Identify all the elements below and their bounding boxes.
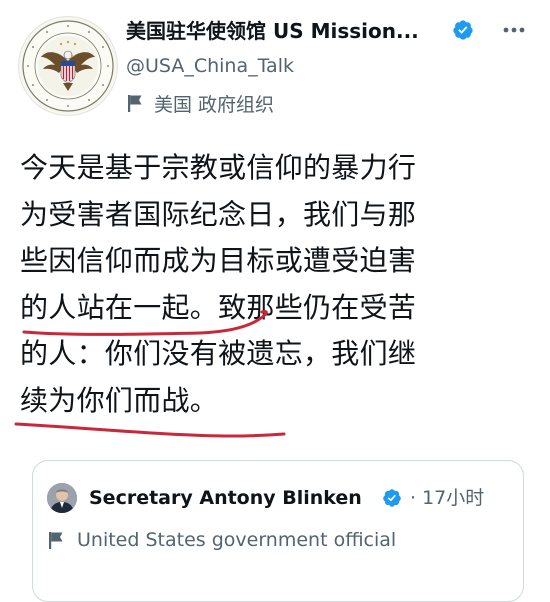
tweet-line: 续为你们而战。 xyxy=(20,383,219,417)
more-options-icon[interactable] xyxy=(500,20,528,40)
tweet-line: 今天是基于宗教或信仰的暴力行 xyxy=(20,151,417,184)
tweet-line: 些因信仰而成为目标或遭受迫害 xyxy=(20,244,417,277)
person-portrait-icon xyxy=(47,483,77,513)
quoted-avatar[interactable] xyxy=(47,483,77,513)
verified-badge-icon xyxy=(453,20,473,40)
account-display-name[interactable]: 美国驻华使领馆 US Mission... xyxy=(126,18,486,44)
us-embassy-seal-icon xyxy=(22,20,114,112)
tweet-line: 的人：你们没有被遗忘，我们继 xyxy=(20,337,417,370)
flag-icon xyxy=(49,532,63,549)
quoted-timestamp[interactable]: · 17小时 xyxy=(410,485,484,511)
quoted-account-label-text: United States government official xyxy=(77,529,397,551)
quoted-display-name[interactable]: Secretary Antony Blinken xyxy=(89,485,362,511)
account-label-text: 美国 政府组织 xyxy=(154,93,275,116)
avatar[interactable] xyxy=(18,16,118,116)
quoted-tweet-card[interactable]: Secretary Antony Blinken · 17小时 United S… xyxy=(32,460,524,602)
quoted-account-label: United States government official xyxy=(47,529,396,551)
verified-badge-icon xyxy=(383,489,401,507)
account-handle[interactable]: @USA_China_Talk xyxy=(126,53,294,79)
tweet-line: 的人站在一起。致那些仍在受苦 xyxy=(20,290,417,324)
tweet-text: 今天是基于宗教或信仰的暴力行 为受害者国际纪念日，我们与那 些因信仰而成为目标或… xyxy=(20,145,532,424)
account-label: 美国 政府组织 xyxy=(126,90,274,116)
flag-icon xyxy=(128,95,142,112)
tweet-line: 为受害者国际纪念日，我们与那 xyxy=(20,197,417,231)
